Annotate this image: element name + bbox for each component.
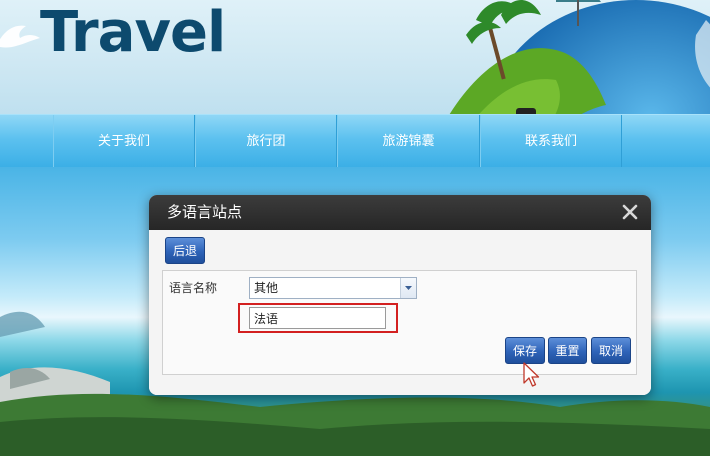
language-name-label: 语言名称 [169,281,218,295]
travel-site-page: Travel 关于我们 旅行团 旅游锦囊 联系我们 多语言站点 后退 语言名称 … [0,0,710,456]
reset-button[interactable]: 重置 [548,337,587,364]
mouse-cursor-icon [523,362,540,387]
globe-illustration [449,0,710,114]
custom-language-input[interactable] [249,307,386,329]
language-select-value: 其他 [254,281,279,295]
save-button[interactable]: 保存 [505,337,545,364]
multilingual-site-dialog: 多语言站点 后退 语言名称 其他 保存 重置 取消 [149,195,651,395]
cancel-button[interactable]: 取消 [591,337,631,364]
site-logo-text: Travel [40,0,226,65]
language-select[interactable]: 其他 [249,277,417,299]
dropdown-arrow-icon[interactable] [400,278,416,298]
site-header: Travel [0,0,710,114]
nav-item-about[interactable]: 关于我们 [53,115,195,168]
back-button[interactable]: 后退 [165,237,205,264]
dialog-body: 后退 语言名称 其他 保存 重置 取消 [149,230,651,395]
dialog-title: 多语言站点 [167,203,243,221]
main-nav-bar: 关于我们 旅行团 旅游锦囊 联系我们 [0,114,710,168]
nav-item-tour-group[interactable]: 旅行团 [195,115,337,168]
dialog-header: 多语言站点 [149,195,651,230]
nav-item-travel-tips[interactable]: 旅游锦囊 [337,115,480,168]
bird-logo-icon [0,25,40,48]
nav-item-contact[interactable]: 联系我们 [480,115,622,168]
close-icon[interactable] [619,201,641,223]
